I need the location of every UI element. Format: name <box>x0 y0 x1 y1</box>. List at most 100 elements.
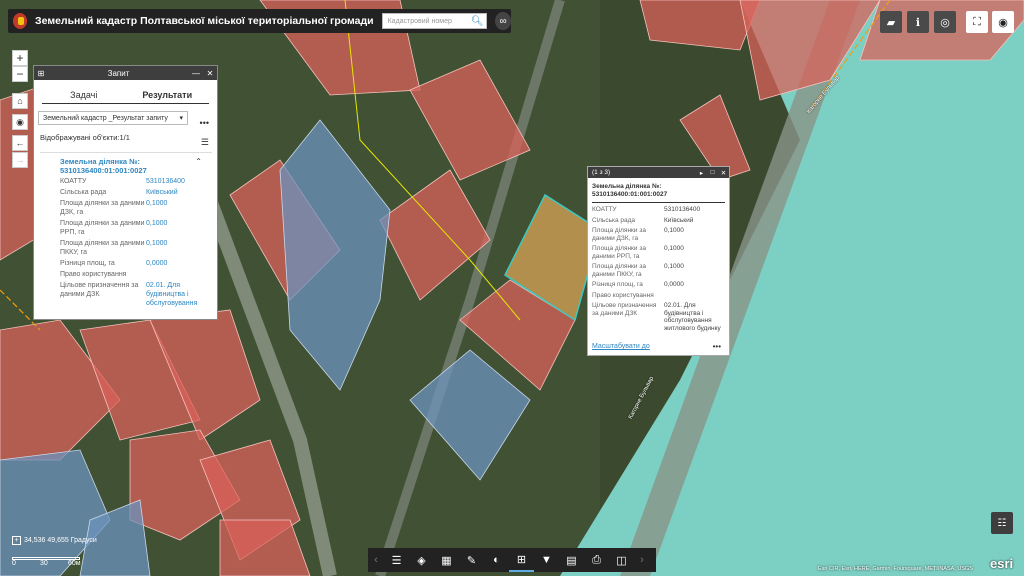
grid-icon[interactable]: ▦ <box>434 548 459 572</box>
attribute-value <box>146 270 212 279</box>
scale-label: 30 <box>40 560 48 567</box>
query-icon[interactable]: ⊞ <box>509 548 534 572</box>
forward-icon[interactable]: → <box>12 152 28 168</box>
attribute-value: 5310136400 <box>146 178 185 185</box>
attribute-value: 0,1000 <box>146 220 168 227</box>
popup-key: Площа ділянки за даними РРП, га <box>592 245 646 260</box>
popup-row: Цільове призначення за даними ДЗК 02.01. … <box>592 302 725 332</box>
more-options-icon[interactable]: ••• <box>200 118 209 128</box>
attribute-row: Сільська рада Київський <box>60 188 212 197</box>
app-title: Земельний кадастр Полтавської міської те… <box>35 15 374 27</box>
search-icon[interactable]: 🔍︎ <box>468 14 486 28</box>
popup-value: 0,0000 <box>664 281 684 288</box>
popup-key: Площа ділянки за даними ПККУ, га <box>592 263 646 278</box>
palette-icon[interactable]: ◐ <box>484 548 509 572</box>
search-box[interactable]: Кадастровий номер 🔍︎ <box>381 13 488 29</box>
query-panel-header: ⊞ Запит — ✕ <box>34 66 217 80</box>
popup-key: КОАТТУ <box>592 206 617 213</box>
attribute-value: 02.01. Для будівництва і обслуговування <box>146 282 198 307</box>
attribute-row: Право користування <box>60 270 212 279</box>
attribute-row: Цільове призначення за даними ДЗК 02.01. … <box>60 281 212 308</box>
chevron-up-icon[interactable]: ⌃ <box>195 157 202 166</box>
popup-key: Право користування <box>592 291 654 299</box>
popup-key: Різниця площ, га <box>592 281 643 288</box>
features-count: Відображувані об'єкти:1/1 <box>40 133 130 142</box>
coat-of-arms-icon <box>13 13 28 29</box>
search-input[interactable]: Кадастровий номер <box>383 18 469 25</box>
list-options-icon[interactable]: ☰ <box>201 137 209 148</box>
query-panel-title: Запит <box>107 68 130 78</box>
fullscreen-icon[interactable]: ⛶ <box>966 11 988 33</box>
close-icon[interactable]: ✕ <box>718 169 729 177</box>
layers-icon[interactable]: ◈ <box>409 548 434 572</box>
popup-key: Сільська рада <box>592 216 635 224</box>
filter-icon[interactable]: ▼ <box>534 548 559 572</box>
query-tabs: Задачі Результати <box>42 86 209 104</box>
attribute-row: КОАТТУ 5310136400 <box>60 177 212 186</box>
attribute-row: Площа ділянки за даними ПККУ, га 0,1000 <box>60 239 212 257</box>
popup-value: 0,1000 <box>664 245 684 252</box>
attribute-key: КОАТТУ <box>60 178 87 185</box>
visibility-icon[interactable]: ◉ <box>992 11 1014 33</box>
draw-icon[interactable]: ✎ <box>459 548 484 572</box>
attribute-key: Площа ділянки за даними ПККУ, га <box>60 240 145 256</box>
tab-results[interactable]: Результати <box>126 86 210 103</box>
list-icon[interactable]: ☰ <box>384 548 409 572</box>
attribute-key: Цільове призначення за даними ДЗК <box>60 282 139 298</box>
coordinates-readout: + 34,536 49,655 Градуси <box>12 536 97 545</box>
link-icon[interactable]: ∞ <box>495 12 511 30</box>
result-item-title[interactable]: Земельна ділянка №: 5310136400:01:001:00… <box>60 157 212 175</box>
basemap-icon[interactable]: ▰ <box>880 11 902 33</box>
popup-value: Київський <box>664 216 694 224</box>
popup-row: КОАТТУ 5310136400 <box>592 206 725 214</box>
home-icon[interactable]: ⌂ <box>12 93 28 109</box>
chevron-right-icon[interactable]: › <box>634 548 650 572</box>
print-icon[interactable]: ⎙ <box>584 548 609 572</box>
zoom-to-link[interactable]: Масштабувати до <box>592 343 650 350</box>
swipe-icon[interactable]: ◫ <box>609 548 634 572</box>
popup-row: Різниця площ, га 0,0000 <box>592 281 725 289</box>
popup-key: Цільове призначення за даними ДЗК <box>592 302 657 317</box>
popup-value <box>664 292 725 300</box>
popup-row: Сільська рада Київський <box>592 217 725 225</box>
next-icon[interactable]: ▸ <box>696 169 707 177</box>
attribution-text: Esri CIR, Esri, HERE, Garmin, Foursquare… <box>818 566 973 572</box>
attribute-value: 0,1000 <box>146 200 168 207</box>
result-layer-select[interactable]: Земельний кадастр _Результат запиту ▾ <box>38 111 188 125</box>
attribute-row: Площа ділянки за даними РРП, га 0,1000 <box>60 219 212 237</box>
bottom-toolbar: ‹ ☰ ◈ ▦ ✎ ◐ ⊞ ▼ ▤ ⎙ ◫ › <box>368 548 656 572</box>
feature-popup: (1 з 3) ▸ □ ✕ Земельна ділянка №: 531013… <box>587 166 730 356</box>
popup-title: Земельна ділянка №: 5310136400:01:001:00… <box>592 183 725 203</box>
more-options-icon[interactable]: ••• <box>713 342 721 351</box>
scale-label: 60м <box>68 560 81 567</box>
attribute-value: 0,0000 <box>146 260 168 267</box>
maximize-icon[interactable]: □ <box>707 169 718 176</box>
popup-row: Площа ділянки за даними РРП, га 0,1000 <box>592 245 725 260</box>
attribute-value: Київський <box>146 189 178 196</box>
popup-value: 5310136400 <box>664 206 701 213</box>
tab-tasks[interactable]: Задачі <box>42 86 126 103</box>
popup-value: 0,1000 <box>664 227 684 234</box>
back-icon[interactable]: ← <box>12 135 28 151</box>
popup-header: (1 з 3) ▸ □ ✕ <box>588 167 729 178</box>
attribute-key: Різниця площ, га <box>60 260 115 267</box>
zoom-out-button[interactable]: − <box>12 66 28 82</box>
popup-pager: (1 з 3) <box>592 169 611 176</box>
minimize-icon[interactable]: — <box>189 69 203 78</box>
popup-row: Площа ділянки за даними ДЗК, га 0,1000 <box>592 227 725 242</box>
scale-bar: 0 30 60м <box>12 554 81 568</box>
locate-icon[interactable]: ◉ <box>12 114 28 130</box>
chevron-left-icon[interactable]: ‹ <box>368 548 384 572</box>
info-icon[interactable]: ℹ <box>907 11 929 33</box>
layers-icon[interactable]: ◎ <box>934 11 956 33</box>
popup-key: Площа ділянки за даними ДЗК, га <box>592 227 646 242</box>
zoom-in-button[interactable]: + <box>12 50 28 66</box>
legend-icon[interactable]: ☷ <box>991 512 1013 534</box>
close-icon[interactable]: ✕ <box>203 69 217 78</box>
crosshair-icon[interactable]: + <box>12 536 21 545</box>
result-layer-value: Земельний кадастр _Результат запиту <box>43 114 168 122</box>
esri-logo: esri <box>990 556 1014 571</box>
attribute-key: Сільська рада <box>60 189 107 196</box>
popup-value: 0,1000 <box>664 263 684 270</box>
edit-icon[interactable]: ▤ <box>559 548 584 572</box>
